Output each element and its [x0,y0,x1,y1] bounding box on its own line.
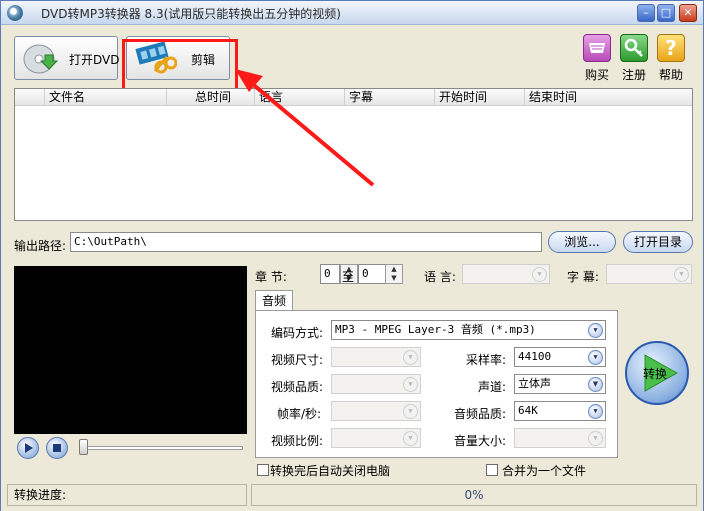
chevron-down-icon: ▼ [588,350,603,365]
stop-icon [53,444,61,452]
chevron-down-icon: ▼ [588,323,603,338]
convert-label: 转换 [643,367,668,381]
buy-label: 购买 [584,68,609,82]
samplerate-label: 采样率: [466,353,507,367]
dvd-disc-icon [23,44,59,74]
chapter-label: 章 节: [255,270,287,284]
open-directory-button[interactable]: 打开目录 [623,231,693,253]
chevron-down-icon: ▼ [532,267,547,282]
cart-icon [583,34,611,62]
play-button[interactable] [17,437,39,459]
auto-shutdown-label: 转换完后自动关闭电脑 [270,464,391,478]
stop-button[interactable] [46,437,68,459]
chevron-down-icon: ▼ [403,350,418,365]
chevron-down-icon: ▼ [674,267,689,282]
audio-quality-label: 音频品质: [454,407,507,421]
chevron-down-icon: ▼ [588,377,603,392]
chapter-to-input[interactable]: 0 [358,264,386,284]
chevron-down-icon: ▼ [403,377,418,392]
main-area: 打开DVD 剪辑 购买 注册 ? 帮助 文件名 总时间 字幕 开始时间 结束时间… [1,26,703,511]
seek-slider-track[interactable] [79,446,243,450]
chapter-from-input[interactable]: 0 [320,264,340,284]
subtitle-label: 字 幕: [567,270,599,284]
progress-label: 转换进度: [7,484,247,506]
help-label: 帮助 [658,68,683,82]
volume-select[interactable]: ▼ [514,428,606,448]
tab-audio[interactable]: 音频 [255,290,293,311]
channel-label: 声道: [478,380,507,394]
auto-shutdown-checkbox[interactable] [257,464,269,476]
subtitle-select[interactable]: ▼ [606,264,692,284]
key-icon [620,34,648,62]
browse-button[interactable]: 浏览... [548,231,616,253]
register-label: 注册 [621,68,646,82]
column-filename[interactable]: 文件名 [45,89,167,106]
video-quality-select[interactable]: ▼ [331,374,421,394]
chevron-down-icon: ▼ [403,431,418,446]
language-label: 语 言: [424,270,456,284]
video-size-select[interactable]: ▼ [331,347,421,367]
column-start-time[interactable]: 开始时间 [435,89,525,106]
open-dvd-label: 打开DVD [69,53,120,67]
codec-select[interactable]: MP3 - MPEG Layer-3 音频 (*.mp3) ▼ [331,320,606,340]
aspect-ratio-label: 视频比例: [271,434,324,448]
app-window: DVD转MP3转换器 8.3(试用版只能转换出五分钟的视频) – □ ✕ 打开D… [0,0,704,511]
progress-bar: 0% [251,484,697,506]
title-bar[interactable]: DVD转MP3转换器 8.3(试用版只能转换出五分钟的视频) – □ ✕ [1,1,703,25]
annotation-arrow [235,69,375,187]
seek-slider-thumb[interactable] [79,439,88,455]
framerate-label: 帧率/秒: [277,407,322,421]
chevron-down-icon: ▼ [403,404,418,419]
column-check[interactable] [15,89,45,106]
help-button[interactable]: ? 帮助 [653,34,689,83]
app-icon[interactable] [7,5,23,21]
play-icon [25,443,33,453]
output-path-input[interactable]: C:\OutPath\ [70,232,542,252]
close-button[interactable]: ✕ [679,4,697,22]
language-select[interactable]: ▼ [462,264,550,284]
window-title: DVD转MP3转换器 8.3(试用版只能转换出五分钟的视频) [41,7,341,21]
buy-button[interactable]: 购买 [579,34,615,83]
chapter-to-label: 至 [342,270,355,284]
samplerate-value: 44100 [518,350,552,363]
column-end-time[interactable]: 结束时间 [525,89,692,106]
volume-label: 音量大小: [454,434,507,448]
status-bar: 转换进度: 0% [7,484,697,508]
channel-select[interactable]: 立体声 ▼ [514,374,606,394]
codec-value: MP3 - MPEG Layer-3 音频 (*.mp3) [335,323,536,336]
help-icon: ? [657,34,685,62]
aspect-ratio-select[interactable]: ▼ [331,428,421,448]
audio-quality-value: 64K [518,404,538,417]
channel-value: 立体声 [518,377,551,390]
minimize-button[interactable]: – [637,4,655,22]
merge-label: 合并为一个文件 [502,464,587,478]
audio-settings-panel: 编码方式: MP3 - MPEG Layer-3 音频 (*.mp3) ▼ 视频… [255,310,618,458]
chapter-to-spinner[interactable]: ▲ ▼ [385,264,403,284]
codec-label: 编码方式: [271,326,324,340]
convert-button[interactable]: 转换 [625,341,689,405]
video-size-label: 视频尺寸: [271,353,324,367]
register-button[interactable]: 注册 [616,34,652,83]
samplerate-select[interactable]: 44100 ▼ [514,347,606,367]
video-quality-label: 视频品质: [271,380,324,394]
chevron-down-icon: ▼ [588,431,603,446]
audio-quality-select[interactable]: 64K ▼ [514,401,606,421]
merge-checkbox[interactable] [486,464,498,476]
maximize-button[interactable]: □ [657,4,675,22]
framerate-select[interactable]: ▼ [331,401,421,421]
output-path-label: 输出路径: [14,239,67,253]
edit-highlight-box [122,39,238,95]
video-preview[interactable] [14,266,247,434]
open-dvd-button[interactable]: 打开DVD [14,36,120,80]
progress-text: 0% [464,488,484,502]
chevron-down-icon: ▼ [588,404,603,419]
